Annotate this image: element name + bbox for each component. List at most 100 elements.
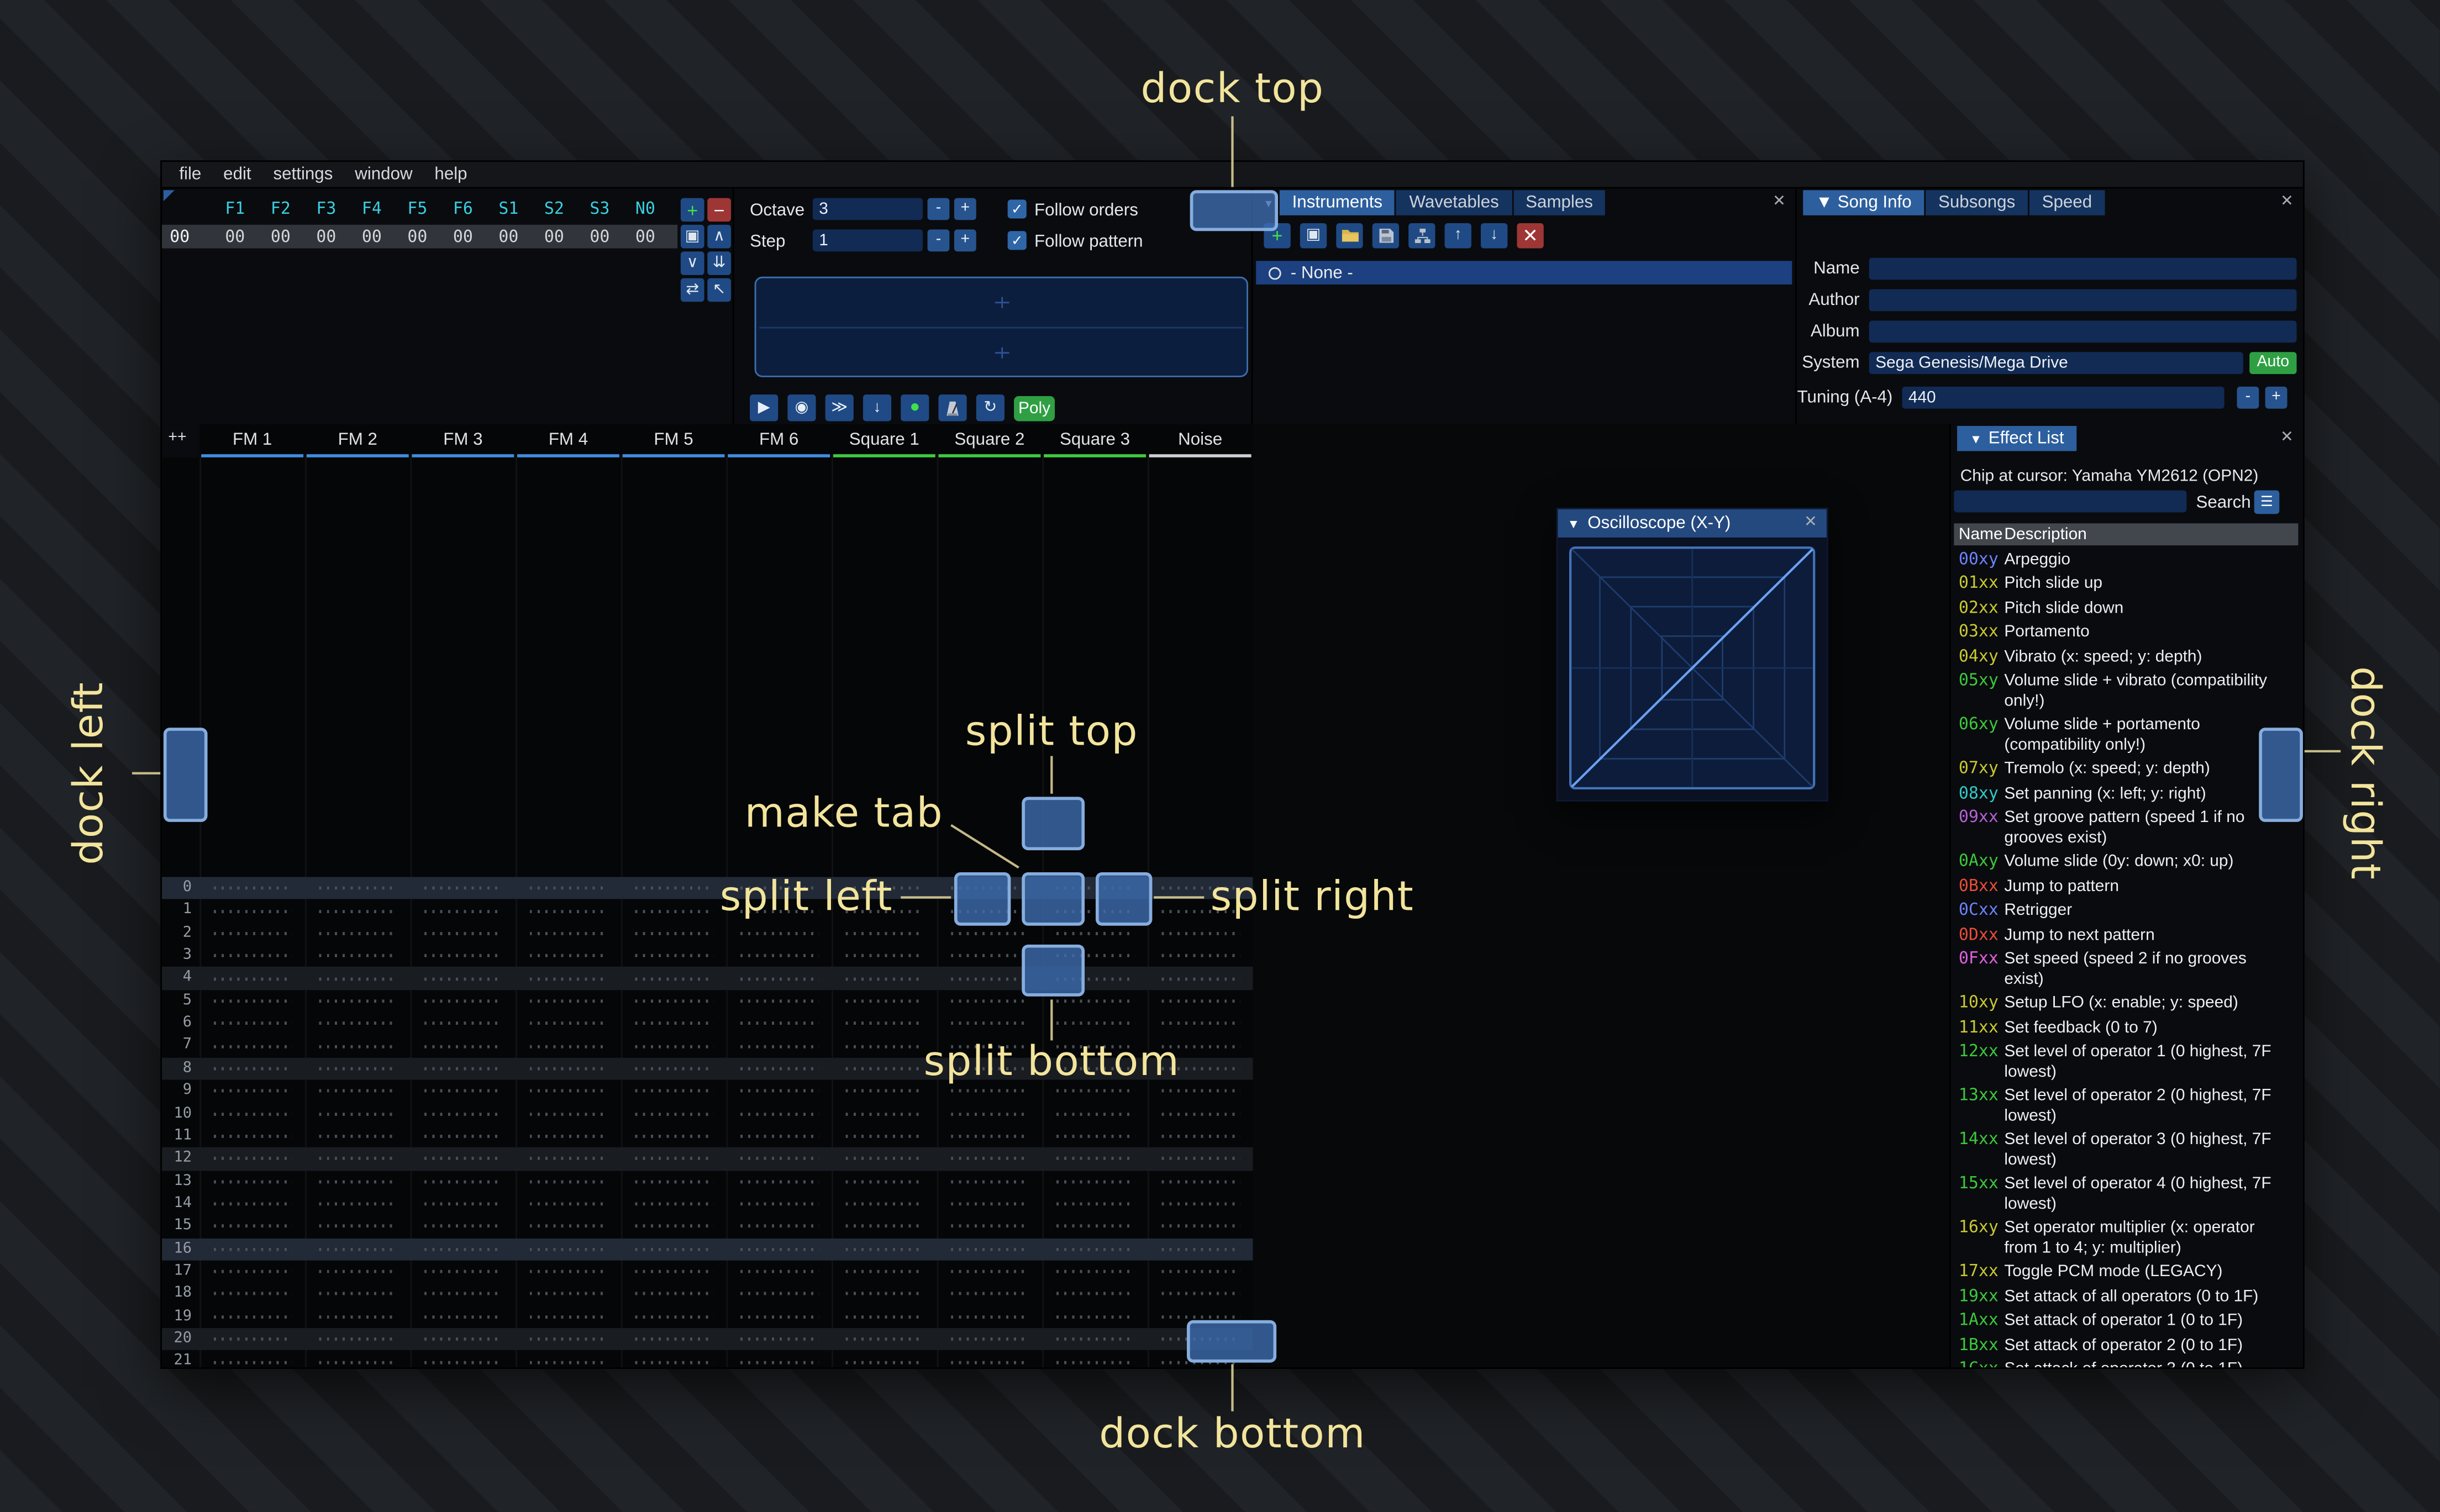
order-cell[interactable]: 00 xyxy=(486,227,532,246)
instrument-delete-button[interactable]: ✕ xyxy=(1517,223,1544,249)
effect-row[interactable]: 14xx Set level of operator 3 (0 highest, … xyxy=(1954,1128,2300,1172)
channel-header-square-1[interactable]: Square 1 xyxy=(832,424,937,457)
order-cell[interactable]: 00 xyxy=(440,227,486,246)
pattern-row[interactable]: 18 xyxy=(162,1283,1253,1305)
close-oscilloscope-button[interactable]: ✕ xyxy=(1804,509,1817,538)
effect-row[interactable]: 1Axx Set attack of operator 1 (0 to 1F) xyxy=(1954,1308,2300,1332)
effect-row[interactable]: 1CxxSet attack of operator 3 (0 to 1F) xyxy=(1954,1357,2300,1367)
effect-row[interactable]: 16xy Set operator multiplier (x: operator… xyxy=(1954,1216,2300,1260)
order-remove-button[interactable]: − xyxy=(707,198,731,222)
pattern-row[interactable]: 10 xyxy=(162,1103,1253,1125)
channel-header-fm-4[interactable]: FM 4 xyxy=(516,424,621,457)
pattern-row[interactable]: 19 xyxy=(162,1305,1253,1328)
effect-row[interactable]: 19xx Set attack of all operators (0 to 1F… xyxy=(1954,1284,2300,1308)
step-decrease-button[interactable]: - xyxy=(927,229,950,252)
effect-row[interactable]: 09xx Set groove pattern (speed 1 if no gr… xyxy=(1954,805,2300,850)
follow-pattern-checkbox[interactable]: ✓ xyxy=(1007,231,1027,250)
dock-target-left[interactable] xyxy=(163,728,208,822)
channel-header-fm-3[interactable]: FM 3 xyxy=(411,424,516,457)
pattern-row[interactable]: 12 xyxy=(162,1147,1253,1171)
pattern-row[interactable]: 16 xyxy=(162,1237,1253,1261)
order-cell[interactable]: 00 xyxy=(395,227,440,246)
order-cell[interactable]: 00 xyxy=(349,227,395,246)
effect-row[interactable]: 11xx Set feedback (0 to 7) xyxy=(1954,1015,2300,1040)
pattern-row[interactable]: 21 xyxy=(162,1351,1253,1367)
pattern-row[interactable]: 5 xyxy=(162,990,1253,1013)
effect-row[interactable]: 03xx Portamento xyxy=(1954,620,2300,644)
follow-orders-checkbox[interactable]: ✓ xyxy=(1007,199,1027,219)
order-move-up-button[interactable]: ∧ xyxy=(707,224,731,249)
order-cell[interactable]: 00 xyxy=(577,227,623,246)
field-input-author[interactable] xyxy=(1869,289,2297,312)
channel-header-fm-1[interactable]: FM 1 xyxy=(199,424,305,457)
menu-item-help[interactable]: help xyxy=(424,162,478,187)
instrument-open-button[interactable] xyxy=(1336,223,1363,249)
effect-list-menu-button[interactable]: ☰ xyxy=(2254,490,2280,514)
tab-instruments[interactable]: Instruments xyxy=(1279,190,1395,215)
oscilloscope-titlebar[interactable]: ▼ Oscilloscope (X-Y) ✕ xyxy=(1558,509,1827,538)
step-row-button[interactable]: ≫ xyxy=(825,394,854,422)
channel-header-fm-6[interactable]: FM 6 xyxy=(726,424,832,457)
instrument-move-up-button[interactable]: ↑ xyxy=(1444,223,1471,249)
effect-row[interactable]: 13xx Set level of operator 2 (0 highest, … xyxy=(1954,1084,2300,1128)
effect-row[interactable]: 17xx Toggle PCM mode (LEGACY) xyxy=(1954,1260,2300,1284)
effect-row[interactable]: 06xy Volume slide + portamento (compatibi… xyxy=(1954,713,2300,757)
effect-row[interactable]: 0Axy Volume slide (0y: down; x0: up) xyxy=(1954,850,2300,874)
tab-subsongs[interactable]: Subsongs xyxy=(1926,190,2028,215)
split-target-top[interactable] xyxy=(1022,797,1085,851)
tab-song-info[interactable]: ▼ Song Info xyxy=(1803,190,1924,215)
instrument-folders-button[interactable] xyxy=(1408,223,1435,249)
split-target-left[interactable] xyxy=(954,872,1011,926)
field-input-tuning[interactable]: 440 xyxy=(1902,386,2225,409)
order-duplicate-end-button[interactable]: ⇊ xyxy=(707,251,731,275)
menu-item-window[interactable]: window xyxy=(344,162,423,187)
close-song-info-button[interactable]: ✕ xyxy=(2280,190,2294,215)
stop-button[interactable]: ↓ xyxy=(863,394,892,422)
order-cell[interactable]: 00 xyxy=(532,227,577,246)
tuning-decrease-button[interactable]: - xyxy=(2237,386,2259,409)
pattern-row[interactable]: 20 xyxy=(162,1328,1253,1351)
effect-row[interactable]: 12xx Set level of operator 1 (0 highest, … xyxy=(1954,1040,2300,1084)
order-add-button[interactable]: + xyxy=(680,198,704,222)
play-pattern-button[interactable]: ◉ xyxy=(787,394,816,422)
poly-button[interactable]: Poly xyxy=(1014,395,1055,421)
channel-header-square-3[interactable]: Square 3 xyxy=(1042,424,1148,457)
dock-target-bottom[interactable] xyxy=(1186,1320,1277,1363)
pattern-row[interactable]: 0 xyxy=(162,877,1253,900)
order-cell[interactable]: 00 xyxy=(258,227,304,246)
dock-target-right[interactable] xyxy=(2259,728,2303,822)
octave-increase-button[interactable]: + xyxy=(954,198,976,220)
field-input-name[interactable] xyxy=(1869,257,2297,280)
pattern-row[interactable]: 15 xyxy=(162,1215,1253,1238)
collapse-icon[interactable]: ▼ xyxy=(1567,517,1580,531)
split-target-bottom[interactable] xyxy=(1022,944,1085,997)
tuning-increase-button[interactable]: + xyxy=(2265,386,2288,409)
order-cell[interactable]: 00 xyxy=(623,227,669,246)
octave-input[interactable]: 3 xyxy=(812,198,923,220)
pattern-row[interactable]: 14 xyxy=(162,1193,1253,1215)
order-cell[interactable]: 00 xyxy=(212,227,258,246)
close-effect-list-button[interactable]: ✕ xyxy=(2280,426,2294,451)
effect-row[interactable]: 07xy Tremolo (x: speed; y: depth) xyxy=(1954,757,2300,781)
pattern-row[interactable]: 17 xyxy=(162,1261,1253,1283)
order-edit-cursor-button[interactable]: ↖ xyxy=(707,278,731,302)
instrument-save-button[interactable] xyxy=(1372,223,1400,249)
effect-row[interactable]: 15xx Set level of operator 4 (0 highest, … xyxy=(1954,1172,2300,1216)
make-tab-target[interactable] xyxy=(1022,872,1085,926)
instrument-move-down-button[interactable]: ↓ xyxy=(1480,223,1508,249)
effect-row[interactable]: 0Cxx Retrigger xyxy=(1954,898,2300,923)
effect-row[interactable]: 1Bxx Set attack of operator 2 (0 to 1F) xyxy=(1954,1333,2300,1357)
octave-decrease-button[interactable]: - xyxy=(927,198,950,220)
effect-row[interactable]: 0Bxx Jump to pattern xyxy=(1954,874,2300,898)
effect-row[interactable]: 02xx Pitch slide down xyxy=(1954,596,2300,620)
effect-row[interactable]: 05xy Volume slide + vibrato (compatibilit… xyxy=(1954,669,2300,713)
field-input-system[interactable]: Sega Genesis/Mega Drive xyxy=(1869,352,2243,375)
effect-row[interactable]: 04xy Vibrato (x: speed; y: depth) xyxy=(1954,644,2300,668)
menu-item-edit[interactable]: edit xyxy=(212,162,262,187)
instrument-duplicate-button[interactable]: ▣ xyxy=(1300,223,1327,249)
tab-effect-list[interactable]: ▼ Effect List xyxy=(1957,425,2077,451)
order-cell[interactable]: 00 xyxy=(303,227,349,246)
repeat-pattern-button[interactable]: ↻ xyxy=(976,394,1005,422)
channel-header-fm-5[interactable]: FM 5 xyxy=(621,424,727,457)
field-input-album[interactable] xyxy=(1869,320,2297,343)
